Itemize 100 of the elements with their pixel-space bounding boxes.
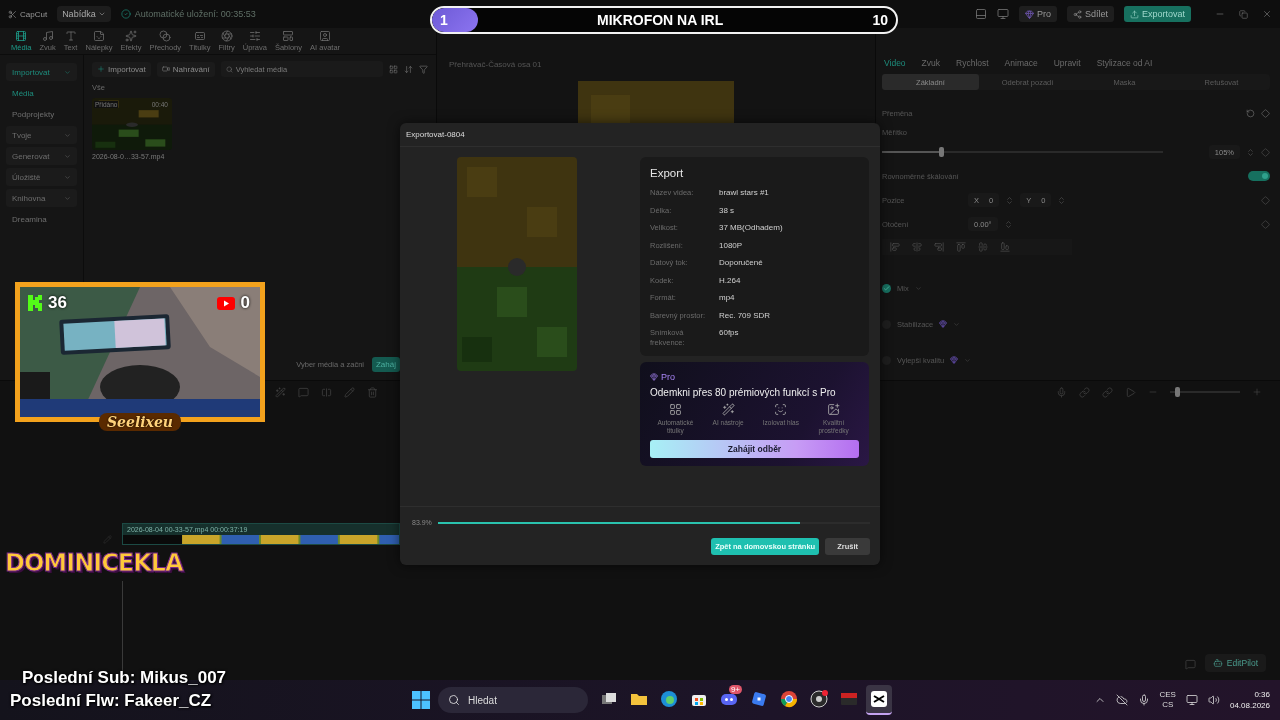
language-indicator[interactable]: CES CS — [1159, 690, 1176, 710]
info-value: Doporučené — [719, 258, 764, 269]
grid-icon — [389, 64, 398, 74]
property-tab[interactable]: Animace — [1004, 58, 1038, 68]
info-value: Rec. 709 SDR — [719, 310, 772, 322]
gem-icon — [1024, 9, 1034, 19]
keyframe-icon — [1261, 108, 1270, 118]
info-value: 60fps — [719, 328, 740, 339]
magic-wand-icon — [721, 403, 735, 416]
subscribe-button[interactable]: Zahájit odběr — [650, 440, 859, 458]
zoom-in-icon — [1252, 387, 1262, 397]
info-value: mp4 — [719, 293, 736, 304]
checkbox[interactable] — [882, 283, 891, 293]
sidebar-item[interactable]: Dreamina — [6, 210, 77, 228]
sidebar-item[interactable]: Média — [6, 84, 77, 102]
shortcuts-button[interactable] — [996, 8, 1009, 20]
kick-count: 36 — [48, 293, 67, 313]
pro-button[interactable]: Pro — [1018, 6, 1057, 22]
property-tab[interactable]: Zvuk — [921, 58, 940, 68]
layout-button[interactable] — [974, 8, 987, 20]
layout-icon — [974, 8, 987, 20]
caret-icon — [97, 10, 106, 18]
clock[interactable]: 0:36 04.08.2026 — [1229, 689, 1270, 711]
stepper-icon — [1003, 219, 1013, 229]
aperture-icon — [220, 30, 233, 42]
property-tab[interactable]: Video — [884, 58, 906, 68]
face-scan-icon — [774, 403, 788, 416]
share-button[interactable]: Sdílet — [1066, 6, 1114, 22]
export-button[interactable]: Exportovat — [1123, 6, 1191, 22]
align-bottom-icon — [1000, 242, 1010, 252]
sidebar-item[interactable]: Úložiště — [6, 168, 77, 186]
check-circle-icon — [120, 9, 131, 19]
windows-logo-icon — [412, 691, 430, 709]
pro-headline: Odemkni přes 80 prémiových funkcí s Pro — [650, 387, 837, 398]
share-icon — [1072, 9, 1082, 19]
property-tab[interactable]: Stylizace od AI — [1096, 58, 1153, 68]
last-sub-text: Poslední Sub: Mikus_007 — [22, 668, 227, 688]
plus-icon — [97, 65, 105, 73]
caret-icon — [64, 68, 71, 76]
caret-icon — [953, 320, 961, 328]
info-value: 37 MB(Odhadem) — [719, 223, 784, 234]
property-tab[interactable]: Rychlost — [956, 58, 989, 68]
app-logo: CapCut — [8, 9, 48, 19]
stepper-icon — [1246, 147, 1255, 157]
swirl-icon — [660, 690, 678, 708]
keyframe-icon — [1261, 219, 1270, 229]
goal-target: 10 — [872, 12, 888, 28]
align-right-icon — [934, 242, 944, 252]
record-button[interactable]: Nahrávání — [156, 61, 215, 77]
sidebar-item[interactable]: Tvoje — [6, 126, 77, 144]
close-button[interactable] — [1262, 9, 1272, 19]
monitor-icon — [1185, 694, 1198, 706]
start-button[interactable]: Zaháj — [372, 357, 400, 372]
caret-icon — [64, 194, 71, 202]
scissors-icon — [8, 9, 17, 19]
screen-icon — [996, 8, 1009, 20]
reset-button[interactable] — [1246, 108, 1255, 118]
last-follow-text: Poslední Flw: Fakeer_CZ — [10, 691, 212, 711]
slider-thumb[interactable] — [938, 147, 944, 157]
view-button[interactable] — [389, 64, 398, 74]
captions-icon — [193, 30, 206, 42]
autosave-text: Automatické uložení: 00:35:53 — [134, 9, 256, 19]
mixer-panel-icon — [840, 690, 858, 708]
upload-icon — [1129, 9, 1139, 19]
pencil-icon — [344, 386, 355, 398]
sidebar-item[interactable]: Podprojekty — [6, 105, 77, 123]
filter-button[interactable] — [419, 64, 428, 74]
caret-icon — [914, 284, 922, 292]
sidebar-item[interactable]: Importovat — [6, 63, 77, 81]
info-value: 1080P — [719, 240, 744, 252]
align-middle-icon — [978, 242, 988, 252]
card-title: Export — [650, 167, 685, 179]
taskbar-app[interactable]: 9+ — [716, 685, 742, 715]
taskbar-search[interactable]: Hledat — [438, 687, 588, 713]
uniform-scale-toggle[interactable] — [1248, 171, 1270, 181]
link-icon — [1102, 386, 1113, 398]
trash-icon — [367, 386, 378, 398]
restore-button[interactable] — [1239, 9, 1248, 19]
zoom-thumb[interactable] — [1175, 387, 1180, 397]
align-center-icon — [912, 242, 922, 252]
keyframe-icon — [1261, 195, 1270, 205]
sidebar-item[interactable]: Knihovna — [6, 189, 77, 207]
import-button[interactable]: Importovat — [92, 61, 151, 77]
text-icon — [64, 30, 77, 42]
streamer-logo: DOMINICEKLA — [5, 549, 183, 577]
keyframe-button[interactable] — [1261, 108, 1270, 118]
taskbar-app[interactable] — [866, 685, 892, 715]
menu-button[interactable]: Nabídka — [57, 6, 111, 22]
stepper-icon — [1057, 195, 1067, 205]
k-logo-icon — [28, 295, 42, 311]
template-icon — [282, 30, 295, 42]
editpilot-button[interactable]: EditPilot — [1204, 654, 1266, 672]
sort-button[interactable] — [404, 64, 413, 74]
scissors-icon — [870, 690, 888, 708]
stepper-icon — [1005, 195, 1015, 205]
chat-icon — [1185, 659, 1196, 670]
sidebar-item[interactable]: Generovat — [6, 147, 77, 165]
film-icon — [15, 30, 28, 42]
magic-wand-icon — [275, 386, 286, 398]
property-tab[interactable]: Upravit — [1053, 58, 1081, 68]
